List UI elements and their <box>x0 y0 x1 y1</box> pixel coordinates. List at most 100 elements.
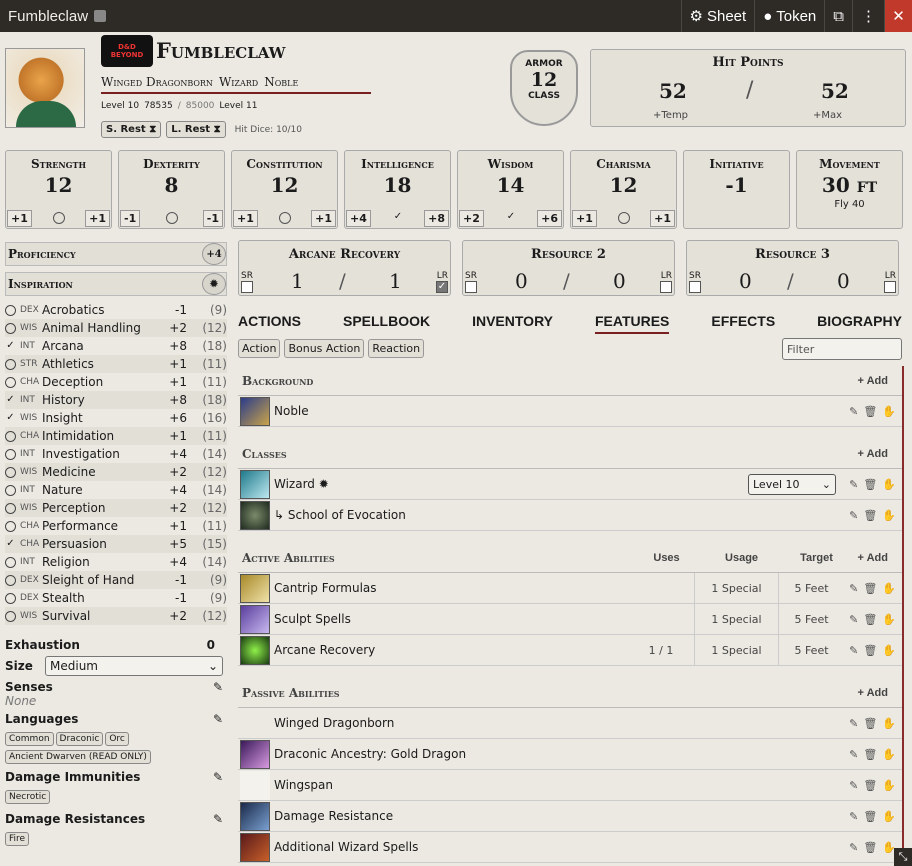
circle-icon[interactable] <box>5 574 16 586</box>
exhaustion-value[interactable]: 0 <box>207 638 223 652</box>
edit-icon[interactable]: ✎ <box>849 582 858 595</box>
ability-save[interactable]: +6 <box>537 210 562 227</box>
skill-row[interactable]: WIS Perception +2 (12) <box>5 499 227 517</box>
sr-checkbox[interactable] <box>465 281 477 293</box>
hand-icon[interactable]: ✋ <box>882 779 896 792</box>
tab-biography[interactable]: BIOGRAPHY <box>817 313 902 334</box>
trash-icon[interactable]: 🗑 <box>863 582 877 595</box>
edit-icon[interactable]: ✎ <box>213 812 223 826</box>
resource-title[interactable]: Resource 3 <box>687 247 898 262</box>
tab-spellbook[interactable]: SPELLBOOK <box>343 313 430 334</box>
edit-icon[interactable]: ✎ <box>213 712 223 726</box>
feature-name[interactable]: Noble <box>274 404 844 418</box>
feature-uses[interactable]: 1 / 1 <box>628 635 694 666</box>
add-button[interactable]: + Add <box>858 687 902 699</box>
edit-icon[interactable]: ✎ <box>849 509 858 522</box>
check-icon[interactable]: ✓ <box>5 412 16 424</box>
initiative-box[interactable]: Initiative -1 <box>683 150 790 229</box>
skill-row[interactable]: ✓ INT Arcana +8 (18) <box>5 337 227 355</box>
hand-icon[interactable]: ✋ <box>882 810 896 823</box>
feature-name[interactable]: Cantrip Formulas <box>274 581 628 595</box>
edit-icon[interactable]: ✎ <box>849 748 858 761</box>
filter-bonus-action[interactable]: Bonus Action <box>284 339 365 358</box>
feature-name[interactable]: Winged Dragonborn <box>274 716 844 730</box>
hand-icon[interactable]: ✋ <box>882 582 896 595</box>
hand-icon[interactable]: ✋ <box>882 478 896 491</box>
token-button[interactable]: ● Token <box>754 0 824 32</box>
feature-row-subclass[interactable]: ↳ School of Evocation ✎ 🗑 ✋ <box>238 500 902 531</box>
resource-max[interactable]: 0 <box>837 269 850 293</box>
circle-icon[interactable] <box>5 304 16 316</box>
circle-icon[interactable] <box>5 322 16 334</box>
circle-icon[interactable] <box>53 212 65 224</box>
resource-value[interactable]: 0 <box>515 269 528 293</box>
feature-row-wizard[interactable]: Wizard ✹ Level 10 ⌄ ✎ 🗑 ✋ <box>238 469 902 500</box>
ability-save[interactable]: +1 <box>650 210 675 227</box>
skill-name[interactable]: Athletics <box>42 357 159 371</box>
add-button[interactable]: + Add <box>858 552 902 564</box>
movement-box[interactable]: Movement 30 FT Fly 40 <box>796 150 903 229</box>
skill-name[interactable]: Sleight of Hand <box>42 573 159 587</box>
edit-icon[interactable]: ✎ <box>849 779 858 792</box>
skill-row[interactable]: CHA Intimidation +1 (11) <box>5 427 227 445</box>
feature-name[interactable]: ↳ School of Evocation <box>274 508 844 522</box>
circle-icon[interactable] <box>5 610 16 622</box>
skill-row[interactable]: DEX Acrobatics -1 (9) <box>5 301 227 319</box>
short-rest-button[interactable]: S. Rest ⧗ <box>101 121 162 138</box>
resize-handle[interactable]: ⤡ <box>894 848 912 866</box>
skill-row[interactable]: INT Nature +4 (14) <box>5 481 227 499</box>
tab-effects[interactable]: EFFECTS <box>711 313 775 334</box>
edit-icon[interactable]: ✎ <box>849 478 858 491</box>
lr-checkbox-checked[interactable]: ✓ <box>436 281 448 293</box>
circle-icon[interactable] <box>5 520 16 532</box>
filter-action[interactable]: Action <box>238 339 281 358</box>
circle-icon[interactable] <box>5 466 16 478</box>
skill-row[interactable]: ✓ WIS Insight +6 (16) <box>5 409 227 427</box>
ability-wisdom[interactable]: Wisdom 14 +2 ✓ +6 <box>457 150 564 229</box>
feature-name[interactable]: Sculpt Spells <box>274 612 628 626</box>
skill-row[interactable]: DEX Sleight of Hand -1 (9) <box>5 571 227 589</box>
feature-name[interactable]: Arcane Recovery <box>274 643 628 657</box>
tab-actions[interactable]: ACTIONS <box>238 313 301 334</box>
tab-features[interactable]: FEATURES <box>594 313 670 334</box>
skill-name[interactable]: Insight <box>42 411 159 425</box>
xp-value[interactable]: 78535 <box>144 101 173 111</box>
skill-name[interactable]: Nature <box>42 483 159 497</box>
feature-name[interactable]: Additional Wizard Spells <box>274 840 844 854</box>
trash-icon[interactable]: 🗑 <box>863 405 877 418</box>
hand-icon[interactable]: ✋ <box>882 405 896 418</box>
check-icon[interactable]: ✓ <box>505 212 517 224</box>
skill-row[interactable]: STR Athletics +1 (11) <box>5 355 227 373</box>
resource-title[interactable]: Arcane Recovery <box>239 247 450 262</box>
skill-name[interactable]: Investigation <box>42 447 159 461</box>
cog-icon[interactable]: ✹ <box>319 477 329 491</box>
check-icon[interactable]: ✓ <box>5 394 16 406</box>
resource-value[interactable]: 1 <box>291 269 304 293</box>
check-icon[interactable]: ✓ <box>5 340 16 352</box>
hand-icon[interactable]: ✋ <box>882 748 896 761</box>
circle-icon[interactable] <box>5 376 16 388</box>
skill-row[interactable]: DEX Stealth -1 (9) <box>5 589 227 607</box>
resource-value[interactable]: 0 <box>739 269 752 293</box>
inspiration-toggle[interactable]: ✹ <box>202 273 226 295</box>
edit-icon[interactable]: ✎ <box>213 680 223 694</box>
ability-save[interactable]: +8 <box>424 210 449 227</box>
resource-title[interactable]: Resource 2 <box>463 247 674 262</box>
hp-current[interactable]: 52 <box>659 79 687 103</box>
skill-row[interactable]: WIS Survival +2 (12) <box>5 607 227 625</box>
character-name[interactable]: Fumbleclaw <box>156 38 285 63</box>
feature-name[interactable]: Wingspan <box>274 778 844 792</box>
feature-row[interactable]: Draconic Ancestry: Gold Dragon ✎ 🗑 ✋ <box>238 739 902 770</box>
circle-icon[interactable] <box>5 448 16 460</box>
ability-mod[interactable]: +4 <box>346 210 371 227</box>
skill-name[interactable]: Performance <box>42 519 159 533</box>
ability-mod[interactable]: +1 <box>7 210 32 227</box>
skill-row[interactable]: INT Investigation +4 (14) <box>5 445 227 463</box>
skill-row[interactable]: INT Religion +4 (14) <box>5 553 227 571</box>
feature-name[interactable]: Damage Resistance <box>274 809 844 823</box>
feature-row[interactable]: Sculpt Spells 1 Special 5 Feet ✎ 🗑 ✋ <box>238 603 902 635</box>
size-select[interactable]: Medium ⌄ <box>45 656 223 676</box>
tab-inventory[interactable]: INVENTORY <box>472 313 553 334</box>
skill-name[interactable]: Perception <box>42 501 159 515</box>
ability-dexterity[interactable]: Dexterity 8 -1 -1 <box>118 150 225 229</box>
